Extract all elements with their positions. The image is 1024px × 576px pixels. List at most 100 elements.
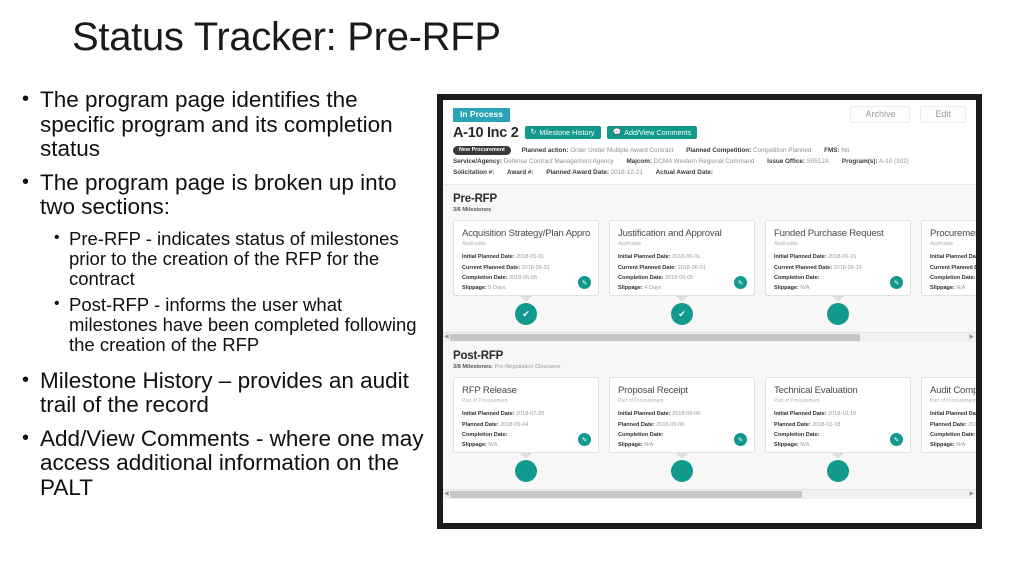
milestone-field: Current Planned Date: 2018-07-02 xyxy=(930,264,976,271)
pre-rfp-track: Acquisition Strategy/Plan Approved Appli… xyxy=(443,213,976,326)
milestone-card[interactable]: Procurement Request Applicable Initial P… xyxy=(921,220,976,297)
edit-button[interactable]: Edit xyxy=(920,106,966,123)
scroll-right-arrow-icon[interactable]: ▶ xyxy=(969,333,974,342)
metadata-item: FMS: No xyxy=(824,147,849,154)
scroll-left-arrow-icon[interactable]: ◀ xyxy=(444,333,449,342)
connector-arrow-icon xyxy=(832,453,844,460)
scrollbar-thumb[interactable] xyxy=(450,491,802,499)
milestone-field: Planned Date: 2018-10-18 xyxy=(774,421,841,428)
milestone-title: Procurement Request xyxy=(930,228,976,240)
milestone-field: Current Planned Date: 2018-06-01 xyxy=(618,264,706,271)
pre-rfp-milestone-count: 3/6 Milestones xyxy=(453,207,492,214)
milestone-subtitle: Applicable xyxy=(462,241,486,248)
milestone-node: Technical Evaluation Part of Procurement… xyxy=(765,377,911,483)
milestone-node: Audit Complete Part of Procurement Initi… xyxy=(921,377,976,482)
milestone-card[interactable]: Acquisition Strategy/Plan Approved Appli… xyxy=(453,220,599,297)
milestone-card[interactable]: RFP Release Part of Procurement Initial … xyxy=(453,377,599,454)
program-metadata: New Procurement Planned action: Order Un… xyxy=(453,145,968,179)
milestone-node: Procurement Request Applicable Initial P… xyxy=(921,220,976,325)
pre-rfp-horizontal-scrollbar[interactable]: ◀ ▶ xyxy=(443,332,976,343)
milestone-field: Initial Planned Date: 2018-10-18 xyxy=(774,411,857,418)
milestone-status-circle[interactable] xyxy=(671,460,693,483)
metadata-item: Program(s): A-10 (102) xyxy=(842,158,909,165)
pre-rfp-section: Pre-RFP 3/6 Milestones Acquisition Strat… xyxy=(443,185,976,343)
bullet-list: • The program page identifies the specif… xyxy=(22,87,432,509)
bullet-item: • Milestone History – provides an audit … xyxy=(22,368,432,418)
bullet-text: The program page identifies the specific… xyxy=(40,87,393,162)
add-view-comments-button[interactable]: 💬 Add/View Comments xyxy=(606,125,698,140)
scrollbar-thumb[interactable] xyxy=(450,334,860,342)
metadata-label: Majcom: xyxy=(626,157,652,165)
bullet-marker: • xyxy=(22,88,30,110)
metadata-value: Defense Contract Management Agency xyxy=(503,157,614,165)
milestone-status-circle[interactable] xyxy=(827,460,849,483)
milestone-field: Slippage: N/A xyxy=(618,441,654,448)
check-icon: ✔ xyxy=(522,308,530,319)
metadata-label: Issue Office: xyxy=(767,157,805,165)
post-rfp-header: Post-RFP 3/8 Milestones: Pre-Negotiation… xyxy=(443,350,976,370)
milestone-card[interactable]: Audit Complete Part of Procurement Initi… xyxy=(921,377,976,454)
milestone-card[interactable]: Proposal Receipt Part of Procurement Ini… xyxy=(609,377,755,454)
milestone-subtitle: Part of Procurement xyxy=(930,398,976,405)
post-rfp-section: Post-RFP 3/8 Milestones: Pre-Negotiation… xyxy=(443,342,976,500)
metadata-item: Award #: xyxy=(507,169,535,176)
milestone-status-circle[interactable]: ✔ xyxy=(515,303,537,326)
milestone-field: Planned Date: 2018-09-06 xyxy=(618,421,685,428)
metadata-label: Award #: xyxy=(507,168,534,176)
milestone-field: Initial Planned Date: 2018-07-02 xyxy=(930,254,976,261)
comment-icon: 💬 xyxy=(612,128,622,136)
metadata-label: FMS: xyxy=(824,146,840,154)
metadata-label: Solicitation #: xyxy=(453,168,495,176)
scroll-left-arrow-icon[interactable]: ◀ xyxy=(444,490,449,499)
metadata-item: Issue Office: S0512A xyxy=(767,158,829,165)
milestone-status-circle[interactable] xyxy=(827,303,849,326)
milestone-field: Initial Planned Date: 2018-07-20 xyxy=(462,411,545,418)
milestone-field: Slippage: 4 Days xyxy=(618,284,662,291)
metadata-item: Planned Award Date: 2018-12-21 xyxy=(546,169,643,176)
add-view-comments-label: Add/View Comments xyxy=(624,127,692,137)
milestone-field: Completion Date: xyxy=(618,431,664,438)
milestone-status-circle[interactable] xyxy=(515,460,537,483)
header-actions: Archive Edit xyxy=(850,106,966,123)
milestone-history-button[interactable]: ↻ Milestone History xyxy=(524,125,601,140)
milestone-field: Initial Planned Date: 2018-06-15 xyxy=(774,254,857,261)
milestone-subtitle: Applicable xyxy=(618,241,642,248)
metadata-label: Actual Award Date: xyxy=(655,168,714,176)
post-rfp-horizontal-scrollbar[interactable]: ◀ ▶ xyxy=(443,489,976,500)
connector-arrow-icon xyxy=(520,453,532,460)
milestone-card[interactable]: Funded Purchase Request Applicable Initi… xyxy=(765,220,911,297)
history-icon: ↻ xyxy=(530,128,537,136)
bullet-item: • The program page is broken up into two… xyxy=(22,170,432,220)
metadata-item: Majcom: DCMA Western Regional Command xyxy=(626,158,754,165)
metadata-label: Planned Competition: xyxy=(686,146,752,154)
bullet-text: Add/View Comments - where one may access… xyxy=(40,425,424,500)
metadata-value: DCMA Western Regional Command xyxy=(653,157,755,165)
milestone-card[interactable]: Technical Evaluation Part of Procurement… xyxy=(765,377,911,454)
milestone-field: Planned Date: 2018-09-04 xyxy=(462,421,529,428)
archive-button[interactable]: Archive xyxy=(850,106,911,123)
milestone-status-circle[interactable]: ✔ xyxy=(671,303,693,326)
status-badge: In Process xyxy=(453,108,510,122)
milestone-node: Justification and Approval Applicable In… xyxy=(609,220,755,326)
bullet-marker: • xyxy=(22,170,30,193)
scroll-right-arrow-icon[interactable]: ▶ xyxy=(969,490,974,499)
bullet-marker: • xyxy=(22,368,30,391)
milestone-node: Proposal Receipt Part of Procurement Ini… xyxy=(609,377,755,483)
check-icon: ✔ xyxy=(678,308,686,319)
sub-bullet-text: Post-RFP - informs the user what milesto… xyxy=(69,294,417,356)
metadata-label: Planned action: xyxy=(521,146,569,154)
metadata-value: 2018-12-21 xyxy=(610,168,643,176)
milestone-node: Acquisition Strategy/Plan Approved Appli… xyxy=(453,220,599,326)
milestone-title: Acquisition Strategy/Plan Approved xyxy=(462,228,590,240)
milestone-field: Slippage: N/A xyxy=(462,441,498,448)
post-rfp-current-milestone: Pre-Negotiation Clearance xyxy=(493,364,561,371)
metadata-label: Planned Award Date: xyxy=(546,168,609,176)
milestone-field: Current Planned Date: 2018-05-31 xyxy=(462,264,550,271)
milestone-title: Technical Evaluation xyxy=(774,385,858,397)
metadata-item: Solicitation #: xyxy=(453,169,496,176)
bullet-item: • Add/View Comments - where one may acce… xyxy=(22,425,432,501)
metadata-value: Order Under Multiple Award Contract xyxy=(570,146,674,154)
screenshot-frame: In Process Archive Edit A-10 Inc 2 ↻ Mil… xyxy=(437,94,982,529)
milestone-node: RFP Release Part of Procurement Initial … xyxy=(453,377,599,483)
milestone-card[interactable]: Justification and Approval Applicable In… xyxy=(609,220,755,297)
